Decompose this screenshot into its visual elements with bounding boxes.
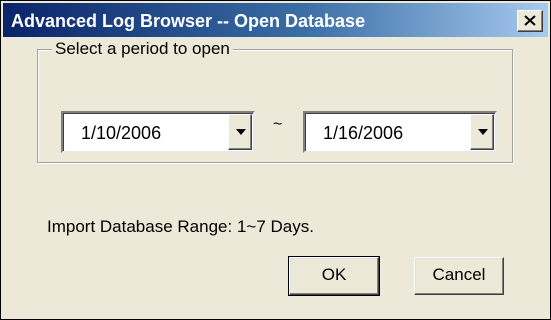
chevron-down-icon	[236, 129, 246, 135]
ok-button[interactable]: OK	[288, 256, 380, 296]
end-date-dropdown-button[interactable]	[470, 114, 494, 150]
start-date-combobox[interactable]: 1/10/2006	[61, 111, 255, 153]
open-database-dialog: Advanced Log Browser -- Open Database Se…	[0, 0, 551, 320]
end-date-combobox[interactable]: 1/16/2006	[303, 111, 497, 153]
chevron-down-icon	[478, 129, 488, 135]
date-range-separator: ~	[273, 116, 283, 133]
period-group-label: Select a period to open	[52, 39, 233, 59]
close-button[interactable]	[517, 10, 543, 32]
end-date-value: 1/16/2006	[323, 123, 404, 143]
start-date-dropdown-button[interactable]	[228, 114, 252, 150]
window-title: Advanced Log Browser -- Open Database	[11, 11, 366, 31]
import-range-note: Import Database Range: 1~7 Days.	[47, 217, 314, 236]
start-date-value: 1/10/2006	[81, 123, 162, 143]
close-icon	[524, 15, 536, 26]
title-bar[interactable]: Advanced Log Browser -- Open Database	[3, 3, 548, 37]
cancel-button[interactable]: Cancel	[414, 257, 504, 295]
